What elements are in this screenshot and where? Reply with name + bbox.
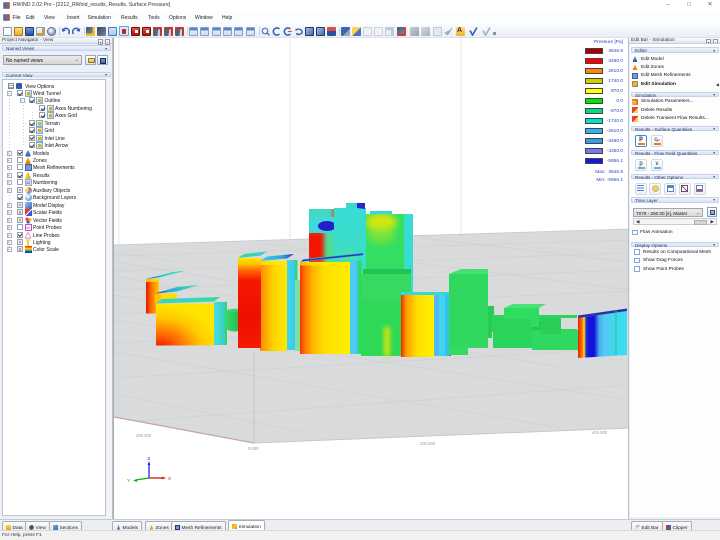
svg-text:Z: Z — [148, 456, 151, 461]
svg-text:200.000: 200.000 — [420, 441, 436, 446]
svg-text:200.000: 200.000 — [136, 433, 152, 438]
svg-text:X: X — [168, 476, 171, 481]
svg-text:400.000: 400.000 — [592, 430, 608, 435]
svg-text:0.000: 0.000 — [248, 446, 259, 451]
svg-text:Y: Y — [127, 478, 130, 483]
